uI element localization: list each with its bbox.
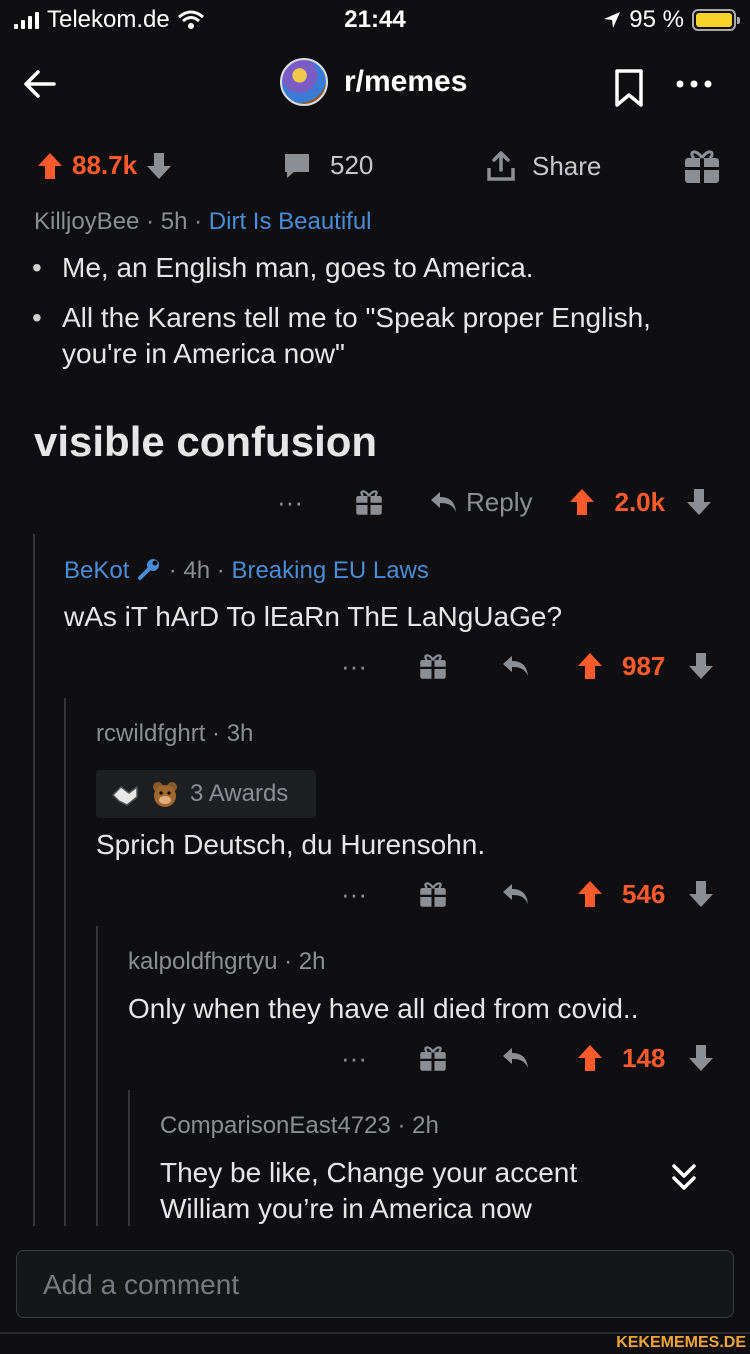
watermark: KEKEMEMES.DE	[616, 1334, 746, 1351]
comment-age: 4h	[183, 557, 211, 584]
bear-award-icon	[153, 782, 177, 807]
post-age: 5h	[160, 208, 188, 235]
subreddit-avatar	[280, 58, 328, 106]
battery-icon	[692, 9, 740, 31]
author-flair: Dirt Is Beautiful	[208, 208, 372, 235]
reply-label: Reply	[466, 486, 533, 517]
gift-icon[interactable]	[418, 1043, 448, 1073]
comment-score: 148	[622, 1042, 666, 1073]
comment-meta: BeKot · 4h · Breaking EU Laws	[64, 557, 429, 584]
wrench-icon	[138, 559, 160, 580]
comment-icon	[285, 153, 309, 178]
comment-author[interactable]: BeKot	[64, 557, 129, 584]
awards-badge[interactable]: 3 Awards	[96, 770, 316, 818]
thread-line[interactable]	[33, 534, 35, 1226]
post-body: Me, an English man, goes to America. All…	[30, 250, 730, 386]
comment-age: 3h	[226, 720, 254, 747]
comment-author[interactable]: rcwildfghrt	[96, 720, 205, 747]
post-vote: 88.7k	[36, 150, 173, 181]
gift-icon[interactable]	[354, 487, 384, 517]
downvote-icon[interactable]	[687, 651, 715, 681]
comment-score: 2.0k	[614, 486, 666, 517]
status-right: 95 %	[603, 6, 740, 34]
comment-body: Only when they have all died from covid.…	[128, 993, 639, 1024]
subreddit-name: r/memes	[344, 65, 468, 98]
thread-line[interactable]	[128, 1090, 130, 1226]
comment-body-line: They be like, Change your accent	[160, 1157, 578, 1188]
downvote-icon[interactable]	[145, 151, 173, 181]
reply-icon[interactable]	[500, 653, 530, 679]
comment-age: 2h	[298, 948, 326, 975]
top-bar: r/memes	[0, 50, 750, 120]
upvote-icon[interactable]	[36, 151, 64, 181]
comment-actions: ··· 546	[334, 872, 730, 916]
more-options-icon[interactable]	[674, 76, 714, 92]
upvote-icon[interactable]	[576, 1043, 604, 1073]
comment-body-line: William you’re in America now	[160, 1193, 532, 1224]
comment-author[interactable]: kalpoldfhgrtyu	[128, 948, 277, 975]
post-meta: KilljoyBee · 5h · Dirt Is Beautiful	[34, 208, 372, 235]
location-icon	[604, 12, 621, 28]
post-bullet: All the Karens tell me to "Speak proper …	[30, 300, 730, 372]
share-label: Share	[532, 150, 602, 181]
post-heading: visible confusion	[34, 418, 378, 465]
chevron-double-down-icon[interactable]	[664, 1158, 704, 1198]
comment-count: 520	[330, 150, 374, 180]
upvote-icon[interactable]	[576, 879, 604, 909]
share-button[interactable]: Share	[486, 150, 601, 182]
comments-count-button[interactable]: 520	[282, 150, 373, 181]
status-bar: Telekom.de 21:44 95 %	[0, 0, 750, 44]
comment-score: 987	[622, 650, 666, 681]
reply-icon[interactable]	[500, 881, 530, 907]
reply-button[interactable]: Reply	[428, 487, 532, 518]
awards-label: 3 Awards	[190, 780, 289, 807]
downvote-icon[interactable]	[687, 879, 715, 909]
thread-line[interactable]	[64, 698, 66, 1226]
back-arrow-icon[interactable]	[20, 64, 60, 104]
post-action-bar: 88.7k 520 Share	[0, 140, 750, 196]
comment-actions: ··· 148	[334, 1036, 730, 1080]
more-options-button[interactable]: ···	[334, 879, 374, 910]
downvote-icon[interactable]	[685, 487, 713, 517]
bookmark-icon[interactable]	[612, 68, 646, 108]
comment-meta: ComparisonEast4723 · 2h	[160, 1112, 439, 1139]
upvote-icon[interactable]	[576, 651, 604, 681]
handshake-award-icon	[111, 785, 138, 806]
gift-icon[interactable]	[418, 651, 448, 681]
upvote-icon[interactable]	[568, 487, 596, 517]
thread-line[interactable]	[96, 926, 98, 1226]
downvote-icon[interactable]	[687, 1043, 715, 1073]
more-options-button[interactable]: ···	[334, 651, 374, 682]
post-score: 88.7k	[72, 150, 138, 180]
subreddit-link[interactable]: r/memes	[280, 58, 467, 106]
more-options-button[interactable]: ···	[334, 1043, 374, 1074]
comment-author[interactable]: ComparisonEast4723	[160, 1112, 391, 1139]
share-icon	[487, 151, 515, 181]
comment-actions: ··· 987	[334, 644, 730, 688]
reply-icon[interactable]	[500, 1045, 530, 1071]
post-bullet: Me, an English man, goes to America.	[30, 250, 730, 286]
gift-icon[interactable]	[418, 879, 448, 909]
author-flair: Breaking EU Laws	[231, 557, 429, 584]
comment-meta: rcwildfghrt · 3h	[96, 720, 254, 747]
battery-percent: 95 %	[629, 6, 684, 33]
add-comment-input[interactable]: Add a comment	[16, 1250, 734, 1318]
more-options-button[interactable]: ···	[270, 487, 310, 518]
comment-meta: kalpoldfhgrtyu · 2h	[128, 948, 326, 975]
gift-icon[interactable]	[682, 146, 722, 186]
comment-body: wAs iT hArD To lEaRn ThE LaNgUaGe?	[64, 601, 563, 632]
comment-age: 2h	[412, 1112, 439, 1139]
post-comment-actions: ··· Reply 2.0k	[270, 480, 730, 524]
post-author[interactable]: KilljoyBee	[34, 208, 139, 235]
comment-body: Sprich Deutsch, du Hurensohn.	[96, 829, 486, 860]
reply-icon	[431, 492, 456, 512]
comment-score: 546	[622, 878, 666, 909]
